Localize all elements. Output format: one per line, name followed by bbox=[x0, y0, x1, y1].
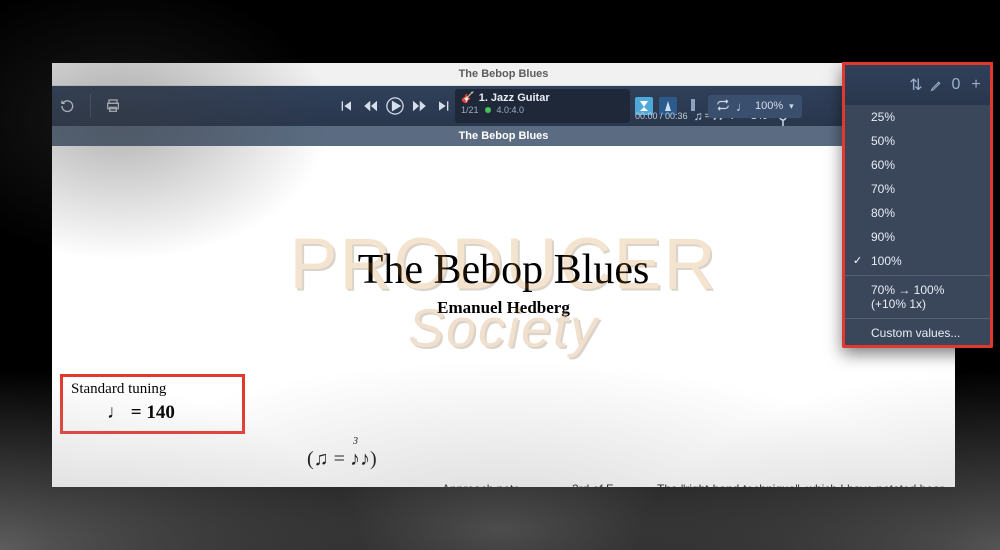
document-header: The Bebop Blues bbox=[52, 126, 955, 146]
plus-icon[interactable]: + bbox=[968, 77, 984, 93]
status-dot-icon bbox=[485, 107, 491, 113]
speed-dropdown: ⇅ 0 + 25%50%60%70%80%90%100% 70% → 100% … bbox=[842, 62, 993, 348]
speed-option-custom[interactable]: Custom values... bbox=[845, 321, 990, 345]
performance-notes: The "right-hand-technique", which I have… bbox=[657, 482, 952, 487]
swing-marking: (♫ = 3♪♪) bbox=[307, 448, 377, 471]
tempo-marking: ♩ = 140 bbox=[71, 402, 234, 424]
speed-option[interactable]: 60% bbox=[845, 153, 990, 177]
window-titlebar: The Bebop Blues bbox=[52, 63, 955, 86]
score-title: The Bebop Blues bbox=[52, 246, 955, 294]
redo-icon[interactable] bbox=[58, 96, 78, 116]
speed-option-progressive[interactable]: 70% → 100% (+10% 1x) bbox=[845, 278, 990, 316]
speed-option[interactable]: 50% bbox=[845, 129, 990, 153]
speed-dropdown-header: ⇅ 0 + bbox=[845, 62, 990, 105]
chevron-up-down-icon[interactable]: ⇅ bbox=[908, 77, 924, 93]
zoom-value: 0 bbox=[948, 77, 964, 93]
speed-option[interactable]: 70% bbox=[845, 177, 990, 201]
window-title: The Bebop Blues bbox=[459, 68, 549, 80]
time-total: 00:36 bbox=[665, 111, 688, 121]
instrument-icon: 🎸 bbox=[461, 91, 475, 104]
skip-back-icon[interactable] bbox=[337, 96, 357, 116]
track-number: 1/21 bbox=[461, 105, 479, 115]
speed-option[interactable]: 100% bbox=[845, 249, 990, 273]
divider bbox=[90, 94, 91, 118]
print-icon[interactable] bbox=[103, 96, 123, 116]
skip-forward-icon[interactable] bbox=[433, 96, 453, 116]
chevron-down-icon: ▾ bbox=[789, 101, 794, 112]
transport-controls bbox=[337, 86, 453, 126]
menu-separator bbox=[845, 275, 990, 276]
menu-separator bbox=[845, 318, 990, 319]
speed-value: 100% bbox=[755, 100, 783, 112]
annotation-approach: Approach note bbox=[442, 482, 520, 487]
fast-forward-icon[interactable] bbox=[409, 96, 429, 116]
tuning-tempo-box: Standard tuning ♩ = 140 bbox=[60, 374, 245, 434]
time-signature: 4.0:4.0 bbox=[497, 105, 525, 115]
track-info-panel[interactable]: 🎸 1. Jazz Guitar 1/21 4.0:4.0 bbox=[455, 89, 630, 123]
speed-option[interactable]: 90% bbox=[845, 225, 990, 249]
tuning-label: Standard tuning bbox=[71, 381, 234, 398]
speed-option[interactable]: 25% bbox=[845, 105, 990, 129]
speed-control[interactable]: ♩ 100% ▾ bbox=[708, 95, 802, 118]
score-composer: Emanuel Hedberg bbox=[52, 298, 955, 318]
play-button[interactable] bbox=[385, 96, 405, 116]
track-name: 1. Jazz Guitar bbox=[479, 92, 550, 104]
note-icon: ♩ bbox=[736, 99, 749, 114]
app-window: The Bebop Blues bbox=[52, 63, 955, 487]
pencil-icon[interactable] bbox=[928, 77, 944, 93]
score-canvas: PRODUCER Society The Bebop Blues Emanuel… bbox=[52, 146, 955, 487]
loop-icon bbox=[716, 98, 730, 115]
speed-option[interactable]: 80% bbox=[845, 201, 990, 225]
main-toolbar: 🎸 1. Jazz Guitar 1/21 4.0:4.0 bbox=[52, 86, 955, 126]
annotation-chordtone: 3rd of F bbox=[572, 482, 613, 487]
rewind-icon[interactable] bbox=[361, 96, 381, 116]
time-current: 00:00 bbox=[635, 111, 658, 121]
document-title: The Bebop Blues bbox=[459, 130, 549, 142]
